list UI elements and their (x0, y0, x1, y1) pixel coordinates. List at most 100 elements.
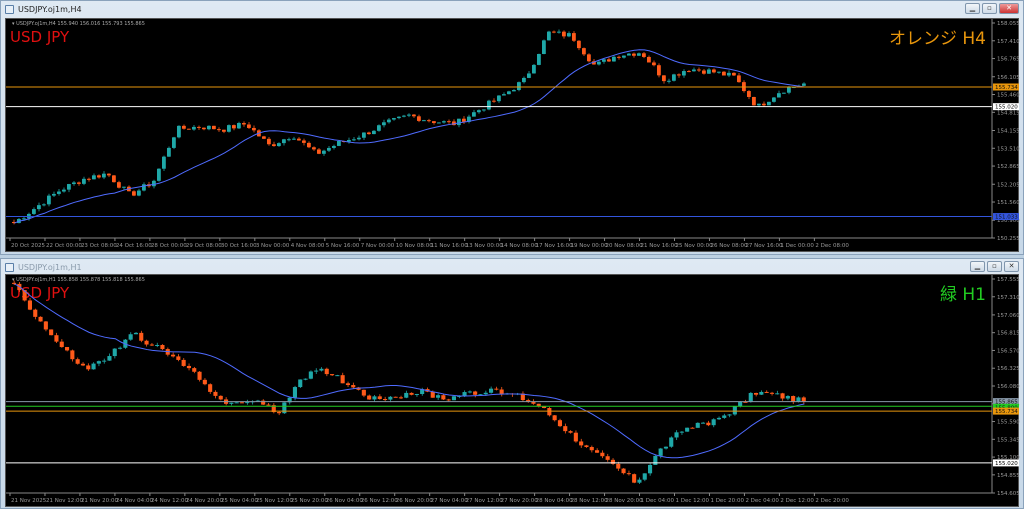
candle (272, 141, 276, 147)
candle (351, 382, 356, 389)
candle (780, 392, 785, 401)
time-tick-label: 28 Nov 12:00 (571, 498, 609, 504)
candle (422, 119, 426, 122)
candle (362, 132, 366, 141)
time-tick-label: 26 Nov 08:00 (710, 243, 748, 249)
candle (287, 396, 292, 405)
candle (716, 416, 721, 420)
candle (197, 125, 201, 131)
candle (96, 360, 101, 367)
candle (393, 396, 398, 398)
close-button[interactable]: ✕ (1004, 261, 1019, 272)
candle (52, 191, 56, 198)
price-tick-label: 156.765 (997, 57, 1020, 63)
price-tick-label: 157.410 (997, 39, 1020, 45)
candle (86, 363, 91, 371)
time-tick-label: 26 Nov 12:00 (361, 498, 399, 504)
chart-canvas[interactable]: 158.055 157.410 156.765 156.105 155.460 154.8… (6, 19, 1020, 251)
candle (494, 386, 499, 391)
candle (687, 69, 691, 73)
maximize-button[interactable]: ▫ (982, 3, 997, 14)
candle (626, 470, 631, 476)
candle (57, 188, 61, 196)
maximize-button[interactable]: ▫ (987, 261, 1002, 272)
candle (117, 180, 121, 189)
candle (520, 391, 525, 402)
candle (142, 182, 146, 192)
time-tick-label: 19 Nov 00:00 (571, 243, 609, 249)
candle (372, 395, 377, 402)
chart-window-h1[interactable]: USDJPY.oj1m,H1 ▁ ▫ ✕ ▾ USDJPY.oj1m,H1 155.… (0, 258, 1024, 509)
price-tick-label: 156.080 (997, 384, 1020, 390)
candle (404, 390, 409, 399)
time-tick-label: 5 Nov 16:00 (326, 243, 360, 249)
candle (118, 346, 123, 350)
chart-window-h4[interactable]: USDJPY.oj1m,H4 ▁ ▫ ✕ ▾ USDJPY.oj1m,H4 155.… (0, 0, 1024, 255)
candle (202, 378, 207, 386)
candle (657, 63, 661, 78)
candle (197, 371, 202, 382)
candle (412, 114, 416, 118)
candle (627, 52, 631, 56)
candle (562, 30, 566, 39)
candle (402, 114, 406, 118)
candle (137, 188, 141, 197)
candle (437, 122, 441, 124)
candle (340, 372, 345, 384)
price-tick-label: 154.605 (997, 491, 1020, 497)
candle (314, 368, 319, 374)
candle (62, 187, 66, 193)
title-bar[interactable]: USDJPY.oj1m,H4 (1, 1, 1023, 18)
candle (499, 386, 504, 397)
candle (648, 463, 653, 476)
close-button[interactable]: ✕ (999, 3, 1019, 14)
candle (297, 137, 301, 141)
candle (462, 116, 466, 125)
time-tick-label: 11 Nov 16:00 (431, 243, 469, 249)
time-tick-label: 26 Nov 20:00 (396, 498, 434, 504)
candle (42, 203, 46, 207)
candle (759, 390, 764, 395)
candle (617, 55, 621, 60)
candle (292, 136, 296, 140)
candle (345, 381, 350, 387)
candle (112, 174, 116, 183)
candle (653, 455, 658, 466)
candle (722, 413, 727, 419)
time-tick-label: 2 Dec 04:00 (745, 498, 779, 504)
price-tick-label: 157.060 (997, 313, 1020, 319)
time-tick-label: 3 Nov 00:00 (256, 243, 290, 249)
price-chart[interactable]: ▾ USDJPY.oj1m,H1 155.858 155.878 155.818… (5, 274, 1020, 507)
candle (542, 39, 546, 55)
candle (452, 119, 456, 126)
candle (595, 448, 600, 453)
candle (397, 116, 401, 120)
candle (621, 468, 626, 475)
price-tick-label: 154.855 (997, 473, 1020, 479)
candle (128, 332, 133, 341)
candle (446, 398, 451, 402)
candle (801, 396, 806, 404)
candle (282, 402, 287, 414)
candle (277, 411, 282, 416)
candle (232, 124, 236, 131)
price-chart[interactable]: ▾ USDJPY.oj1m,H4 155.940 156.016 155.793… (5, 18, 1020, 252)
candle (162, 155, 166, 172)
candle (92, 173, 96, 180)
minimize-button[interactable]: ▁ (970, 261, 985, 272)
chart-window-icon (5, 5, 14, 14)
candle (43, 320, 48, 332)
candle (319, 367, 324, 372)
time-tick-label: 1 Dec 00:00 (780, 243, 814, 249)
time-tick-label: 27 Nov 12:00 (466, 498, 504, 504)
minimize-button[interactable]: ▁ (965, 3, 980, 14)
candle (377, 394, 382, 400)
time-tick-label: 29 Oct 08:00 (186, 243, 222, 249)
candle (102, 358, 107, 364)
candle (772, 97, 776, 103)
candle (762, 101, 766, 107)
candle (663, 446, 668, 450)
candle (467, 390, 472, 394)
chart-canvas[interactable]: 157.555 157.310 157.060 156.815 156.570 156.3… (6, 275, 1020, 506)
candle (80, 362, 85, 367)
